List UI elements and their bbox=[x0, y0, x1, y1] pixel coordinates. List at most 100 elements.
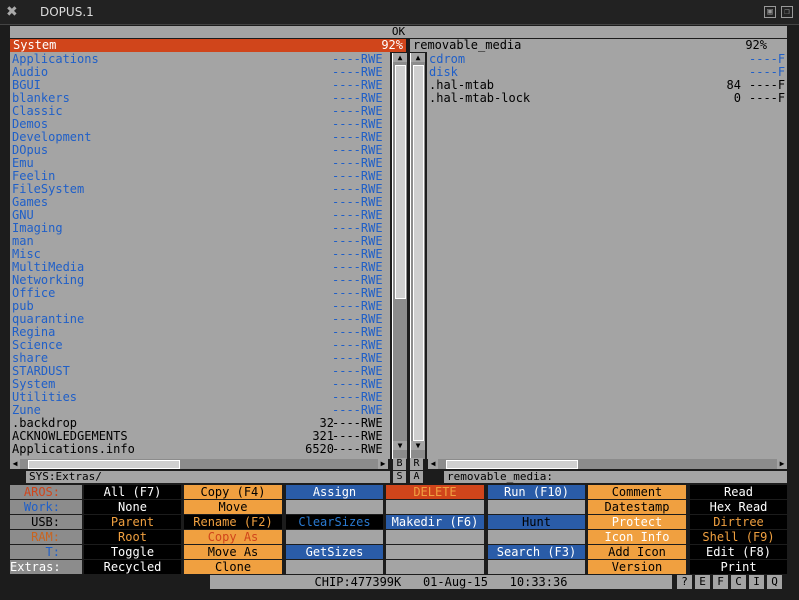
dopus-window: ✖ DOPUS.1 ▣ ❐ OK System 92% Applications… bbox=[0, 0, 799, 600]
left-scrollbar[interactable]: ▲ ▼ bbox=[392, 53, 407, 459]
scroll-left-icon[interactable]: ◀ bbox=[10, 459, 20, 469]
function-button[interactable]: Toggle bbox=[84, 545, 181, 559]
function-button[interactable]: Clone bbox=[184, 560, 282, 574]
function-button[interactable] bbox=[386, 545, 484, 559]
scroll-up-icon[interactable]: ▲ bbox=[393, 53, 407, 62]
function-button[interactable]: Run (F10) bbox=[488, 485, 585, 499]
device-button-extras[interactable]: Extras: bbox=[10, 560, 82, 574]
right-header-percent: 92% bbox=[745, 38, 767, 52]
function-button[interactable]: Move bbox=[184, 500, 282, 514]
function-button[interactable]: Print bbox=[690, 560, 787, 574]
function-button[interactable]: Read bbox=[690, 485, 787, 499]
scroll-right-icon[interactable]: ▶ bbox=[777, 459, 787, 469]
scroll-down-icon[interactable]: ▼ bbox=[411, 441, 425, 450]
left-horizontal-scrollbar[interactable]: ◀ ▶ bbox=[10, 459, 388, 469]
device-button-usb[interactable]: USB: bbox=[10, 515, 82, 529]
function-button[interactable]: Protect bbox=[588, 515, 686, 529]
assign-path-button[interactable]: A bbox=[410, 471, 423, 483]
file-entry[interactable]: .hal-mtab-lock 0 ----F bbox=[427, 92, 787, 105]
function-button[interactable]: Version bbox=[588, 560, 686, 574]
small-button-f[interactable]: F bbox=[713, 575, 728, 589]
chip-memory: CHIP:477399K bbox=[314, 575, 402, 589]
right-file-list[interactable]: cdrom ----F disk ----F .hal-mtab 84 ----F .hal-… bbox=[427, 53, 787, 113]
function-button[interactable]: Icon Info bbox=[588, 530, 686, 544]
left-header[interactable]: System 92% bbox=[10, 39, 406, 52]
function-button[interactable]: Root bbox=[84, 530, 181, 544]
small-button-i[interactable]: I bbox=[749, 575, 764, 589]
function-button[interactable]: Datestamp bbox=[588, 500, 686, 514]
root-button[interactable]: R bbox=[410, 458, 423, 470]
function-button[interactable]: Search (F3) bbox=[488, 545, 585, 559]
function-button[interactable] bbox=[286, 560, 383, 574]
dir-entry[interactable]: cdrom ----F bbox=[427, 53, 787, 66]
zoom-icon[interactable]: ▣ bbox=[764, 6, 776, 18]
status-date: 01-Aug-15 bbox=[422, 575, 488, 589]
function-button[interactable]: Rename (F2) bbox=[184, 515, 282, 529]
small-button-help[interactable]: ? bbox=[677, 575, 692, 589]
scroll-up-icon[interactable]: ▲ bbox=[411, 53, 425, 62]
right-scrollbar[interactable]: ▲ ▼ bbox=[410, 53, 425, 459]
function-button[interactable]: Shell (F9) bbox=[690, 530, 787, 544]
right-scroll-knob[interactable] bbox=[413, 65, 424, 441]
small-button-q[interactable]: Q bbox=[767, 575, 782, 589]
entry-protection: ----F bbox=[749, 91, 786, 105]
function-button[interactable] bbox=[488, 500, 585, 514]
function-button[interactable] bbox=[386, 530, 484, 544]
scroll-right-icon[interactable]: ▶ bbox=[378, 459, 388, 469]
function-button[interactable]: Parent bbox=[84, 515, 181, 529]
function-button[interactable]: All (F7) bbox=[84, 485, 181, 499]
entry-protection: ----RWE bbox=[332, 442, 383, 456]
function-button[interactable] bbox=[286, 530, 383, 544]
function-button[interactable]: Hex Read bbox=[690, 500, 787, 514]
right-horizontal-scrollbar[interactable]: ◀ ▶ bbox=[428, 459, 787, 469]
buffer-button[interactable]: B bbox=[393, 458, 406, 470]
left-file-list[interactable]: Applications ----RWE Audio ----RWE BGUI ----R… bbox=[10, 53, 390, 456]
device-button-work[interactable]: Work: bbox=[10, 500, 82, 514]
depth-icon[interactable]: ❐ bbox=[781, 6, 793, 18]
right-path-field[interactable]: removable_media: bbox=[444, 471, 787, 483]
function-button[interactable]: Dirtree bbox=[690, 515, 787, 529]
function-button[interactable] bbox=[386, 500, 484, 514]
right-hscroll-knob[interactable] bbox=[446, 460, 578, 469]
title-bar: ✖ DOPUS.1 ▣ ❐ bbox=[0, 0, 799, 25]
left-header-percent: 92% bbox=[381, 38, 403, 52]
sort-button[interactable]: S bbox=[393, 471, 406, 483]
right-header[interactable]: removable_media 92% bbox=[410, 39, 770, 52]
close-icon[interactable]: ✖ bbox=[6, 4, 18, 20]
function-button[interactable]: Assign bbox=[286, 485, 383, 499]
function-button[interactable]: ClearSizes bbox=[286, 515, 383, 529]
device-button-ram[interactable]: RAM: bbox=[10, 530, 82, 544]
left-path-field[interactable]: SYS:Extras/ bbox=[26, 471, 390, 483]
function-button[interactable]: None bbox=[84, 500, 181, 514]
scroll-left-icon[interactable]: ◀ bbox=[428, 459, 438, 469]
ok-bar[interactable]: OK bbox=[10, 26, 787, 38]
right-lister[interactable]: removable_media 92% cdrom ----F disk ----F.… bbox=[410, 39, 787, 459]
function-button[interactable] bbox=[488, 560, 585, 574]
device-button-t[interactable]: T: bbox=[10, 545, 82, 559]
function-button[interactable] bbox=[488, 530, 585, 544]
small-button-c[interactable]: C bbox=[731, 575, 746, 589]
entry-name: Applications.info bbox=[12, 442, 135, 456]
file-entry[interactable]: Applications.info 6520 ----RWE bbox=[10, 443, 390, 456]
function-button[interactable]: Copy (F4) bbox=[184, 485, 282, 499]
function-button[interactable]: Add Icon bbox=[588, 545, 686, 559]
right-header-name: removable_media bbox=[413, 38, 522, 52]
function-button[interactable] bbox=[286, 500, 383, 514]
left-scroll-knob[interactable] bbox=[395, 65, 406, 299]
function-button[interactable]: Recycled bbox=[84, 560, 181, 574]
function-button[interactable]: DELETE bbox=[386, 485, 484, 499]
function-button[interactable]: Hunt bbox=[488, 515, 585, 529]
function-button[interactable]: GetSizes bbox=[286, 545, 383, 559]
function-button[interactable]: Copy As bbox=[184, 530, 282, 544]
device-button-aros[interactable]: AROS: bbox=[10, 485, 82, 499]
function-button[interactable]: Edit (F8) bbox=[690, 545, 787, 559]
entry-name: .hal-mtab-lock bbox=[429, 91, 531, 105]
function-button[interactable]: Move As bbox=[184, 545, 282, 559]
function-button[interactable] bbox=[386, 560, 484, 574]
left-hscroll-knob[interactable] bbox=[28, 460, 180, 469]
small-button-e[interactable]: E bbox=[695, 575, 710, 589]
function-button[interactable]: Comment bbox=[588, 485, 686, 499]
scroll-down-icon[interactable]: ▼ bbox=[393, 441, 407, 450]
function-button[interactable]: Makedir (F6) bbox=[386, 515, 484, 529]
left-lister[interactable]: System 92% Applications ----RWE Audio ----R… bbox=[10, 39, 406, 459]
